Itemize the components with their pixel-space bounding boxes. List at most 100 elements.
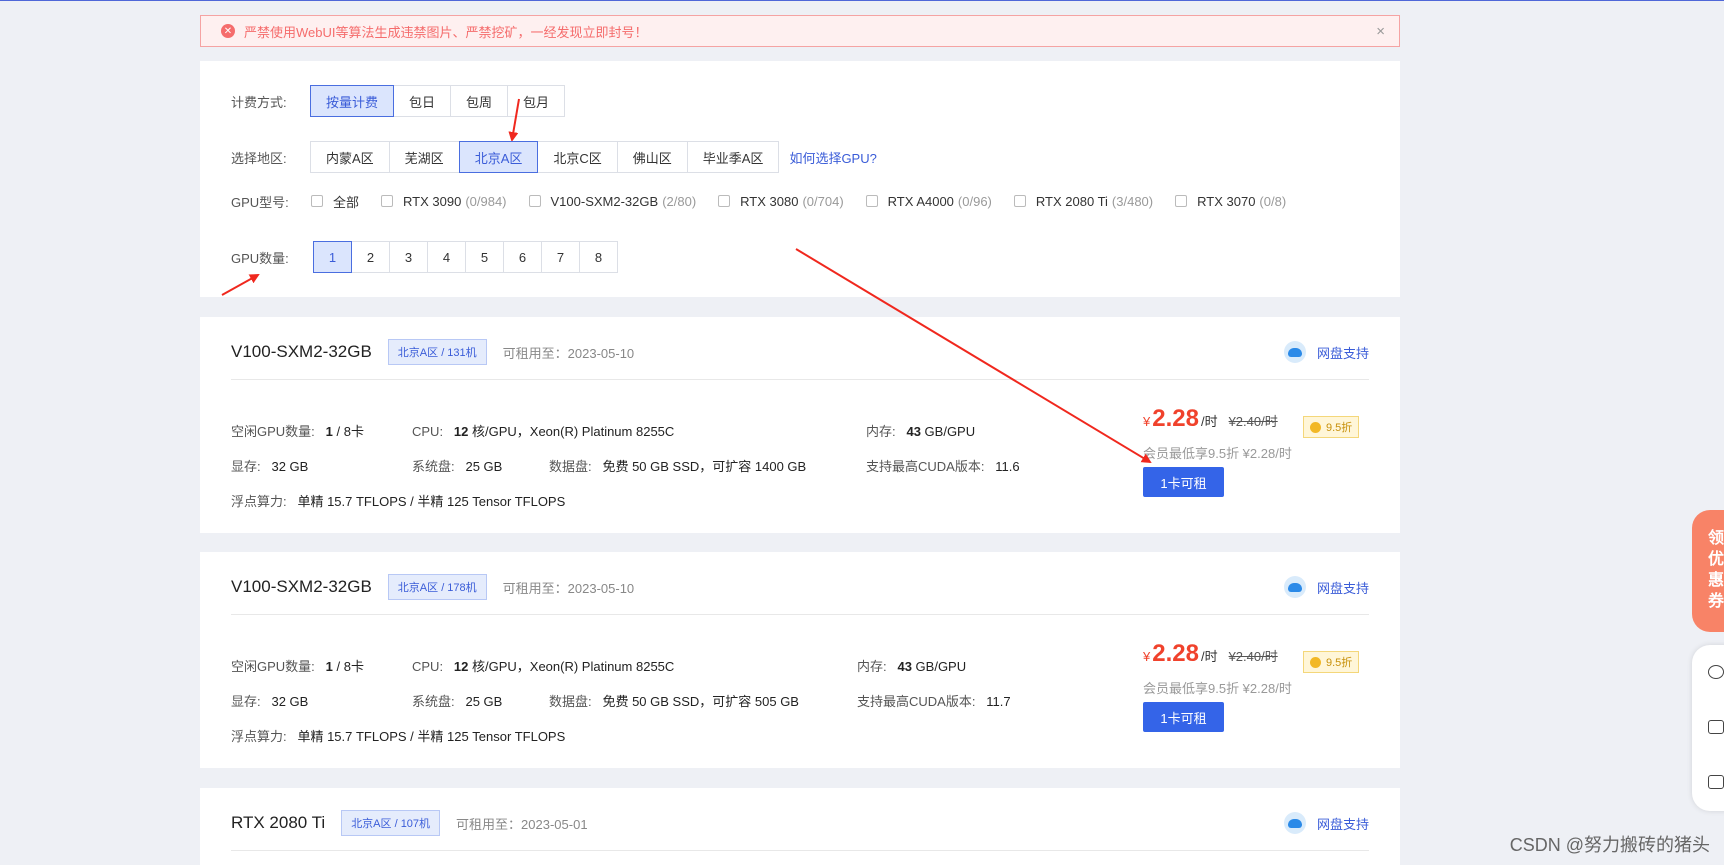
discount-text: 9.5折	[1326, 422, 1353, 434]
spec-value: / 8卡	[332, 659, 364, 674]
original-price: ¥2.40/时	[1228, 414, 1278, 429]
gpu-count-option[interactable]: 8	[579, 241, 618, 273]
region-option-neimeng-a[interactable]: 内蒙A区	[310, 141, 390, 173]
price-unit: /时	[1200, 649, 1218, 664]
gpu-model-a4000-checkbox[interactable]: RTX A4000 (0/96)	[865, 193, 992, 209]
discount-badge: 9.5折	[1303, 651, 1360, 673]
region-option-foshan[interactable]: 佛山区	[616, 141, 688, 173]
rent-button[interactable]: 1卡可租	[1143, 467, 1224, 497]
gpu-model-count: (0/8)	[1259, 193, 1287, 209]
coin-icon	[1310, 421, 1321, 433]
region-machine-tag: 北京A区 / 178机	[387, 574, 487, 600]
spec-label: CPU:	[412, 659, 444, 674]
price-unit: /时	[1200, 414, 1218, 429]
gpu-count-label: GPU数量:	[231, 250, 289, 266]
gpu-model-rtx3070-checkbox[interactable]: RTX 3070 (0/8)	[1175, 194, 1286, 209]
gpu-model-count: (2/80)	[662, 193, 697, 209]
checkbox-box[interactable]	[1013, 195, 1026, 207]
system-disk-spec: 系统盘: 25 GB	[412, 691, 502, 710]
data-disk-spec: 数据盘: 免费 50 GB SSD，可扩容 505 GB	[549, 691, 799, 710]
netdisk-support-link[interactable]: 网盘支持	[1283, 812, 1369, 834]
netdisk-support-link[interactable]: 网盘支持	[1283, 341, 1369, 363]
spec-value: 1	[325, 659, 333, 674]
gpu-model-2080ti-checkbox[interactable]: RTX 2080 Ti (3/480)	[1013, 193, 1153, 209]
region-option-beijing-a[interactable]: 北京A区	[458, 141, 539, 173]
filter-panel: 计费方式: 按量计费 包日 包周 包月 选择地区: 内蒙A区 芜湖区 北京A区 …	[200, 61, 1400, 297]
memory-spec: 内存: 43 GB/GPU	[857, 656, 966, 675]
spec-value: 32 GB	[271, 694, 309, 709]
netdisk-support-label: 网盘支持	[1316, 580, 1369, 596]
billing-option-daily[interactable]: 包日	[393, 85, 452, 117]
rent-button[interactable]: 1卡可租	[1143, 702, 1224, 732]
gpu-listing-card: V100-SXM2-32GB 北京A区 / 178机 可租用至：2023-05-…	[200, 552, 1400, 768]
gpu-count-row: GPU数量: 1 2 3 4 5 6 7 8	[231, 241, 618, 273]
gpu-model-v100-checkbox[interactable]: V100-SXM2-32GB (2/80)	[528, 193, 697, 209]
spec-value: 1	[325, 424, 333, 439]
vram-spec: 显存: 32 GB	[231, 456, 308, 475]
spec-value: 免费 50 GB SSD，可扩容 505 GB	[602, 694, 799, 709]
rentable-until: 可租用至：2023-05-10	[502, 580, 635, 596]
gpu-count-option[interactable]: 7	[541, 241, 580, 273]
member-price-note: 会员最低享9.5折 ¥2.28/时	[1143, 446, 1292, 461]
checkbox-box[interactable]	[1175, 195, 1188, 207]
cloud-icon	[1283, 576, 1306, 598]
checkbox-box[interactable]	[381, 195, 394, 207]
spec-label: CPU:	[412, 424, 444, 439]
currency-symbol: ¥	[1143, 414, 1151, 429]
cuda-spec: 支持最高CUDA版本: 11.7	[857, 691, 1011, 710]
price: ¥2.28/时 ¥2.40/时	[1143, 640, 1278, 668]
close-icon[interactable]: ×	[1376, 23, 1385, 40]
checkbox-box[interactable]	[528, 195, 541, 207]
netdisk-support-link[interactable]: 网盘支持	[1283, 576, 1369, 598]
data-disk-spec: 数据盘: 免费 50 GB SSD，可扩容 1400 GB	[549, 456, 806, 475]
gpu-model-count: (0/984)	[465, 193, 507, 209]
gpu-count-option[interactable]: 2	[351, 241, 390, 273]
spec-value: 11.6	[995, 459, 1020, 474]
region-option-beijing-c[interactable]: 北京C区	[537, 141, 618, 173]
billing-option-weekly[interactable]: 包周	[450, 85, 509, 117]
gpu-count-option[interactable]: 3	[389, 241, 428, 273]
region-label: 选择地区:	[231, 150, 287, 166]
idle-gpu-spec: 空闲GPU数量: 1 / 8卡	[231, 421, 364, 440]
spec-value: 25 GB	[465, 459, 503, 474]
netdisk-support-label: 网盘支持	[1316, 345, 1369, 361]
gpu-model-rtx3090-checkbox[interactable]: RTX 3090 (0/984)	[381, 194, 507, 209]
gpu-model-name: 全部	[333, 194, 360, 210]
csdn-watermark: CSDN @努力搬砖的猪头	[1509, 835, 1710, 855]
currency-symbol: ¥	[1143, 649, 1151, 664]
region-option-wuhu[interactable]: 芜湖区	[388, 141, 460, 173]
alert-text: 严禁使用WebUI等算法生成违禁图片、严禁挖矿，一经发现立即封号！	[244, 24, 648, 40]
gpu-count-option[interactable]: 4	[427, 241, 466, 273]
billing-option-pay-as-you-go[interactable]: 按量计费	[310, 85, 395, 117]
gpu-model-all-checkbox[interactable]: 全部	[311, 192, 359, 211]
discount-badge: 9.5折	[1303, 416, 1360, 438]
idle-gpu-spec: 空闲GPU数量: 1 / 8卡	[231, 656, 364, 675]
gpu-model-name: RTX A4000	[887, 193, 954, 209]
gpu-count-option[interactable]: 6	[503, 241, 542, 273]
gpu-count-option[interactable]: 5	[465, 241, 504, 273]
checkbox-box[interactable]	[718, 195, 731, 207]
card-header: V100-SXM2-32GB 北京A区 / 178机 可租用至：2023-05-…	[231, 572, 1369, 602]
card-header: RTX 2080 Ti 北京A区 / 107机 可租用至：2023-05-01 …	[231, 808, 1369, 838]
checkbox-box[interactable]	[311, 195, 323, 207]
checkbox-box[interactable]	[865, 195, 878, 207]
region-row: 选择地区: 内蒙A区 芜湖区 北京A区 北京C区 佛山区 毕业季A区 如何选择G…	[231, 141, 877, 173]
gpu-count-option[interactable]: 1	[313, 241, 352, 273]
billing-label: 计费方式:	[231, 94, 287, 110]
billing-option-monthly[interactable]: 包月	[507, 85, 566, 117]
spec-label: 空闲GPU数量:	[231, 424, 315, 439]
share-icon[interactable]	[1708, 775, 1724, 789]
gpu-model-name: RTX 2080 Ti	[1035, 193, 1108, 209]
gpu-model-count: (0/704)	[802, 193, 844, 209]
how-to-choose-gpu-link[interactable]: 如何选择GPU?	[789, 148, 876, 167]
gpu-count-options: 1 2 3 4 5 6 7 8	[313, 241, 618, 273]
region-machine-tag: 北京A区 / 131机	[387, 339, 487, 365]
wechat-icon[interactable]	[1708, 665, 1724, 679]
gpu-model-rtx3080-checkbox[interactable]: RTX 3080 (0/704)	[718, 194, 844, 209]
spec-label: 浮点算力:	[231, 494, 287, 509]
spec-value: 核/GPU，Xeon(R) Platinum 8255C	[468, 424, 675, 439]
price-value: 2.28	[1152, 405, 1199, 432]
coupon-side-button[interactable]: 领优惠券	[1692, 510, 1724, 632]
feedback-icon[interactable]	[1708, 720, 1724, 734]
region-option-graduation-a[interactable]: 毕业季A区	[686, 141, 780, 173]
